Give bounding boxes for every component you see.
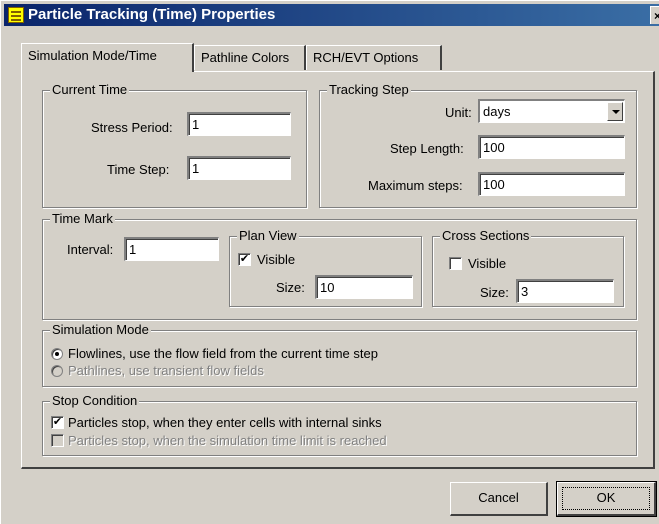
pathlines-radio[interactable] bbox=[51, 365, 63, 377]
step-length-input[interactable] bbox=[478, 135, 625, 159]
simulation-mode-title: Simulation Mode bbox=[50, 322, 151, 337]
properties-icon bbox=[8, 7, 24, 23]
interval-label: Interval: bbox=[67, 242, 114, 257]
max-steps-label: Maximum steps: bbox=[368, 178, 463, 193]
unit-select-value: days bbox=[483, 104, 511, 119]
plan-view-size-label: Size: bbox=[276, 280, 305, 295]
time-limit-checkbox[interactable] bbox=[51, 434, 64, 447]
interval-input[interactable] bbox=[124, 237, 219, 261]
chevron-down-icon[interactable] bbox=[607, 102, 623, 121]
current-time-group: Current Time bbox=[42, 83, 307, 208]
tab-pathline-colors[interactable]: Pathline Colors bbox=[194, 45, 306, 70]
window-title: Particle Tracking (Time) Properties bbox=[28, 6, 276, 23]
flowlines-radio[interactable] bbox=[51, 348, 63, 360]
current-time-title: Current Time bbox=[50, 82, 130, 97]
plan-view-visible-checkbox[interactable]: ✔ bbox=[238, 253, 251, 266]
unit-label: Unit: bbox=[445, 105, 472, 120]
unit-select[interactable]: days bbox=[478, 99, 625, 123]
tab-rch-evt-options[interactable]: RCH/EVT Options bbox=[306, 45, 442, 70]
cross-sections-visible-checkbox[interactable] bbox=[449, 257, 462, 270]
pathlines-label: Pathlines, use transient flow fields bbox=[68, 363, 264, 378]
time-step-label: Time Step: bbox=[107, 162, 170, 177]
close-icon[interactable]: × bbox=[650, 6, 659, 24]
time-mark-title: Time Mark bbox=[50, 211, 115, 226]
cross-sections-visible-label: Visible bbox=[468, 256, 507, 271]
stress-period-input[interactable] bbox=[187, 112, 291, 136]
time-step-input[interactable] bbox=[187, 156, 291, 180]
plan-view-size-input[interactable] bbox=[315, 275, 413, 299]
tab-simulation-mode-time[interactable]: Simulation Mode/Time bbox=[21, 43, 194, 72]
cross-sections-size-label: Size: bbox=[480, 285, 509, 300]
internal-sinks-checkbox[interactable]: ✔ bbox=[51, 416, 64, 429]
internal-sinks-label: Particles stop, when they enter cells wi… bbox=[68, 415, 382, 430]
plan-view-title: Plan View bbox=[237, 228, 299, 243]
title-bar[interactable]: Particle Tracking (Time) Properties × bbox=[4, 4, 659, 26]
max-steps-input[interactable] bbox=[478, 172, 625, 196]
step-length-label: Step Length: bbox=[390, 141, 464, 156]
cross-sections-title: Cross Sections bbox=[440, 228, 532, 243]
cross-sections-size-input[interactable] bbox=[516, 279, 614, 303]
stop-condition-title: Stop Condition bbox=[50, 393, 140, 408]
flowlines-label: Flowlines, use the flow field from the c… bbox=[68, 346, 378, 361]
time-limit-label: Particles stop, when the simulation time… bbox=[68, 433, 387, 448]
stress-period-label: Stress Period: bbox=[91, 120, 173, 135]
tracking-step-title: Tracking Step bbox=[327, 82, 411, 97]
cancel-button[interactable]: Cancel bbox=[450, 482, 548, 516]
plan-view-visible-label: Visible bbox=[257, 252, 296, 267]
ok-button[interactable]: OK bbox=[556, 481, 657, 517]
dialog-window: Particle Tracking (Time) Properties × Si… bbox=[0, 0, 659, 524]
